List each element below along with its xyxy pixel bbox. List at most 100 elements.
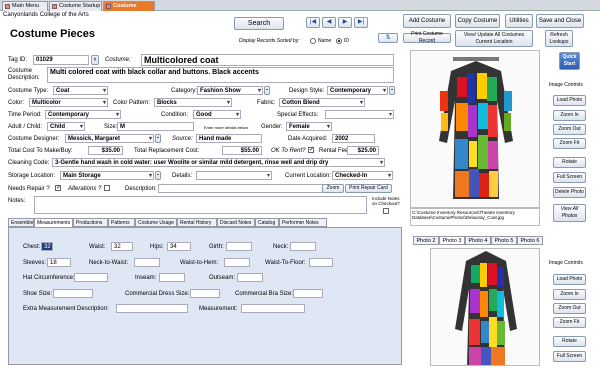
print-costume-record-button[interactable]: Print Costume Record bbox=[403, 31, 451, 44]
tab-discard-notes[interactable]: Discard Notes bbox=[217, 218, 255, 227]
waist-to-floor-field[interactable] bbox=[309, 258, 333, 267]
print-repair-card-button[interactable]: Print Repair Card bbox=[345, 184, 392, 193]
zoom-fit-button[interactable]: Zoom Fit bbox=[553, 138, 586, 149]
needs-repair-checkbox[interactable]: ✓ bbox=[55, 185, 61, 191]
zoom-out-button-2[interactable]: Zoom Out bbox=[553, 303, 586, 314]
zoom-in-button[interactable]: Zoom In bbox=[553, 110, 586, 121]
hips-field[interactable]: 34 bbox=[167, 242, 191, 251]
tab-costume-startup[interactable]: Costume Startup bbox=[49, 1, 102, 11]
tab-productions[interactable]: Productions bbox=[73, 218, 108, 227]
load-photo-button-2[interactable]: Load Photo bbox=[553, 274, 586, 285]
previous-record-button[interactable]: ◀ bbox=[322, 17, 336, 28]
storage-location-select[interactable]: Main Storage bbox=[60, 171, 154, 180]
design-style-select[interactable]: Contemporary bbox=[327, 86, 388, 95]
tab-costume-usage[interactable]: Costume Usage bbox=[135, 218, 177, 227]
zoom-in-button-2[interactable]: Zoom In bbox=[553, 289, 586, 300]
measurement-field[interactable] bbox=[241, 304, 305, 313]
design-edit-button[interactable]: ▪ bbox=[389, 86, 395, 95]
waist-to-hem-field[interactable] bbox=[224, 258, 250, 267]
costume-photo-main[interactable] bbox=[410, 50, 540, 208]
time-period-select[interactable]: Contemporary bbox=[45, 110, 121, 119]
rental-fee-field[interactable]: $25.00 bbox=[347, 146, 379, 155]
include-notes-checkbox[interactable] bbox=[383, 208, 389, 214]
zoom-notes-button[interactable]: Zoom bbox=[322, 184, 344, 193]
next-record-button[interactable]: ▶ bbox=[338, 17, 352, 28]
chest-field[interactable]: 32 bbox=[41, 242, 53, 251]
search-button[interactable]: Search bbox=[234, 17, 284, 30]
tab-catalog[interactable]: Catalog bbox=[255, 218, 279, 227]
source-field[interactable]: Hand made bbox=[196, 134, 262, 143]
delete-photo-button[interactable]: Delete Photo bbox=[553, 187, 586, 198]
last-record-button[interactable]: ▶| bbox=[354, 17, 368, 28]
tab-measurements[interactable]: Measurements bbox=[34, 218, 73, 227]
hat-field[interactable] bbox=[74, 273, 108, 282]
refresh-lookups-button[interactable]: Refresh Lookups bbox=[545, 30, 573, 47]
tab-ensemble[interactable]: Ensemble bbox=[8, 218, 34, 227]
copy-costume-button[interactable]: Copy Costume bbox=[455, 14, 500, 28]
costume-name-field[interactable]: Multicolored coat bbox=[141, 54, 394, 66]
storage-edit-button[interactable]: ▪ bbox=[155, 171, 161, 180]
neck-to-waist-field[interactable] bbox=[134, 258, 160, 267]
add-costume-button[interactable]: Add Costume bbox=[403, 14, 451, 28]
tab-performer-notes[interactable]: Performer Notes bbox=[279, 218, 327, 227]
bra-size-field[interactable] bbox=[293, 289, 323, 298]
dress-size-field[interactable] bbox=[190, 289, 220, 298]
special-effects-select[interactable] bbox=[325, 110, 394, 119]
rotate-button[interactable]: Rotate bbox=[553, 157, 586, 168]
zoom-fit-button-2[interactable]: Zoom Fit bbox=[553, 317, 586, 328]
ok-to-rent-checkbox[interactable]: ✓ bbox=[308, 147, 314, 153]
girth-field[interactable] bbox=[226, 242, 252, 251]
total-cost-field[interactable]: $35.00 bbox=[88, 146, 123, 155]
notes-field[interactable] bbox=[34, 196, 367, 214]
tab-rental-history[interactable]: Rental History bbox=[177, 218, 217, 227]
extra-measurement-field[interactable] bbox=[116, 304, 188, 313]
color-select[interactable]: Multicolor bbox=[29, 98, 108, 107]
view-all-photos-button[interactable]: View All Photos bbox=[553, 204, 586, 222]
description-field[interactable]: Multi colored coat with black collar and… bbox=[47, 67, 394, 83]
load-photo-button[interactable]: Load Photo bbox=[553, 95, 586, 106]
color-pattern-select[interactable]: Blocks bbox=[154, 98, 232, 107]
rotate-button-2[interactable]: Rotate bbox=[553, 336, 586, 347]
first-record-button[interactable]: |◀ bbox=[306, 17, 320, 28]
designer-select[interactable]: Messick, Margaret bbox=[65, 134, 154, 143]
zoom-out-button[interactable]: Zoom Out bbox=[553, 124, 586, 135]
outseam-field[interactable] bbox=[237, 273, 263, 282]
waist-field[interactable]: 32 bbox=[111, 242, 133, 251]
costume-type-select[interactable]: Coat bbox=[53, 86, 108, 95]
gender-select[interactable]: Female bbox=[286, 122, 332, 131]
filter-button[interactable]: ⇅ bbox=[378, 33, 398, 43]
size-field[interactable]: M bbox=[117, 122, 194, 131]
adult-child-select[interactable]: Child bbox=[47, 122, 85, 131]
replacement-cost-field[interactable]: $55.00 bbox=[222, 146, 262, 155]
inseam-field[interactable] bbox=[159, 273, 185, 282]
utilities-button[interactable]: Utilities bbox=[505, 14, 533, 28]
quick-start-button[interactable]: Quick Start bbox=[559, 52, 580, 70]
costume-photo-secondary[interactable] bbox=[430, 248, 540, 366]
cleaning-code-select[interactable]: 3-Gentle hand wash in cold water: user W… bbox=[52, 158, 385, 167]
alterations-checkbox[interactable] bbox=[104, 185, 110, 191]
full-screen-button[interactable]: Full Screen bbox=[553, 172, 586, 183]
details-select[interactable] bbox=[196, 171, 272, 180]
tag-lookup-button[interactable]: # bbox=[91, 55, 99, 65]
tab-photo-6[interactable]: Photo 6 bbox=[517, 236, 543, 245]
current-location-select[interactable]: Checked-In bbox=[332, 171, 393, 180]
tab-photo-4[interactable]: Photo 4 bbox=[465, 236, 491, 245]
save-close-button[interactable]: Save and Close bbox=[536, 14, 584, 28]
neck-field[interactable] bbox=[290, 242, 316, 251]
tag-id-field[interactable]: 01029 bbox=[33, 55, 89, 65]
full-screen-button-2[interactable]: Full Screen bbox=[553, 351, 586, 362]
tab-costume-pieces[interactable]: Costume Pieces bbox=[103, 1, 155, 18]
condition-select[interactable]: Good bbox=[193, 110, 241, 119]
repair-description-field[interactable] bbox=[158, 184, 341, 193]
tab-patterns[interactable]: Patterns bbox=[108, 218, 135, 227]
tab-main-menu[interactable]: Main Menu bbox=[2, 1, 48, 11]
sort-by-id-radio[interactable] bbox=[336, 38, 342, 44]
shoe-size-field[interactable] bbox=[53, 289, 93, 298]
view-update-locations-button[interactable]: View/ Update All Costumes Current Locati… bbox=[455, 30, 533, 47]
fabric-select[interactable]: Cotton Blend bbox=[279, 98, 365, 107]
sort-by-name-radio[interactable] bbox=[310, 38, 316, 44]
category-edit-button[interactable]: ▪ bbox=[264, 86, 270, 95]
sleeves-field[interactable]: 18 bbox=[47, 258, 71, 267]
tab-photo-5[interactable]: Photo 5 bbox=[491, 236, 517, 245]
date-acquired-field[interactable]: 2002 bbox=[332, 134, 375, 143]
